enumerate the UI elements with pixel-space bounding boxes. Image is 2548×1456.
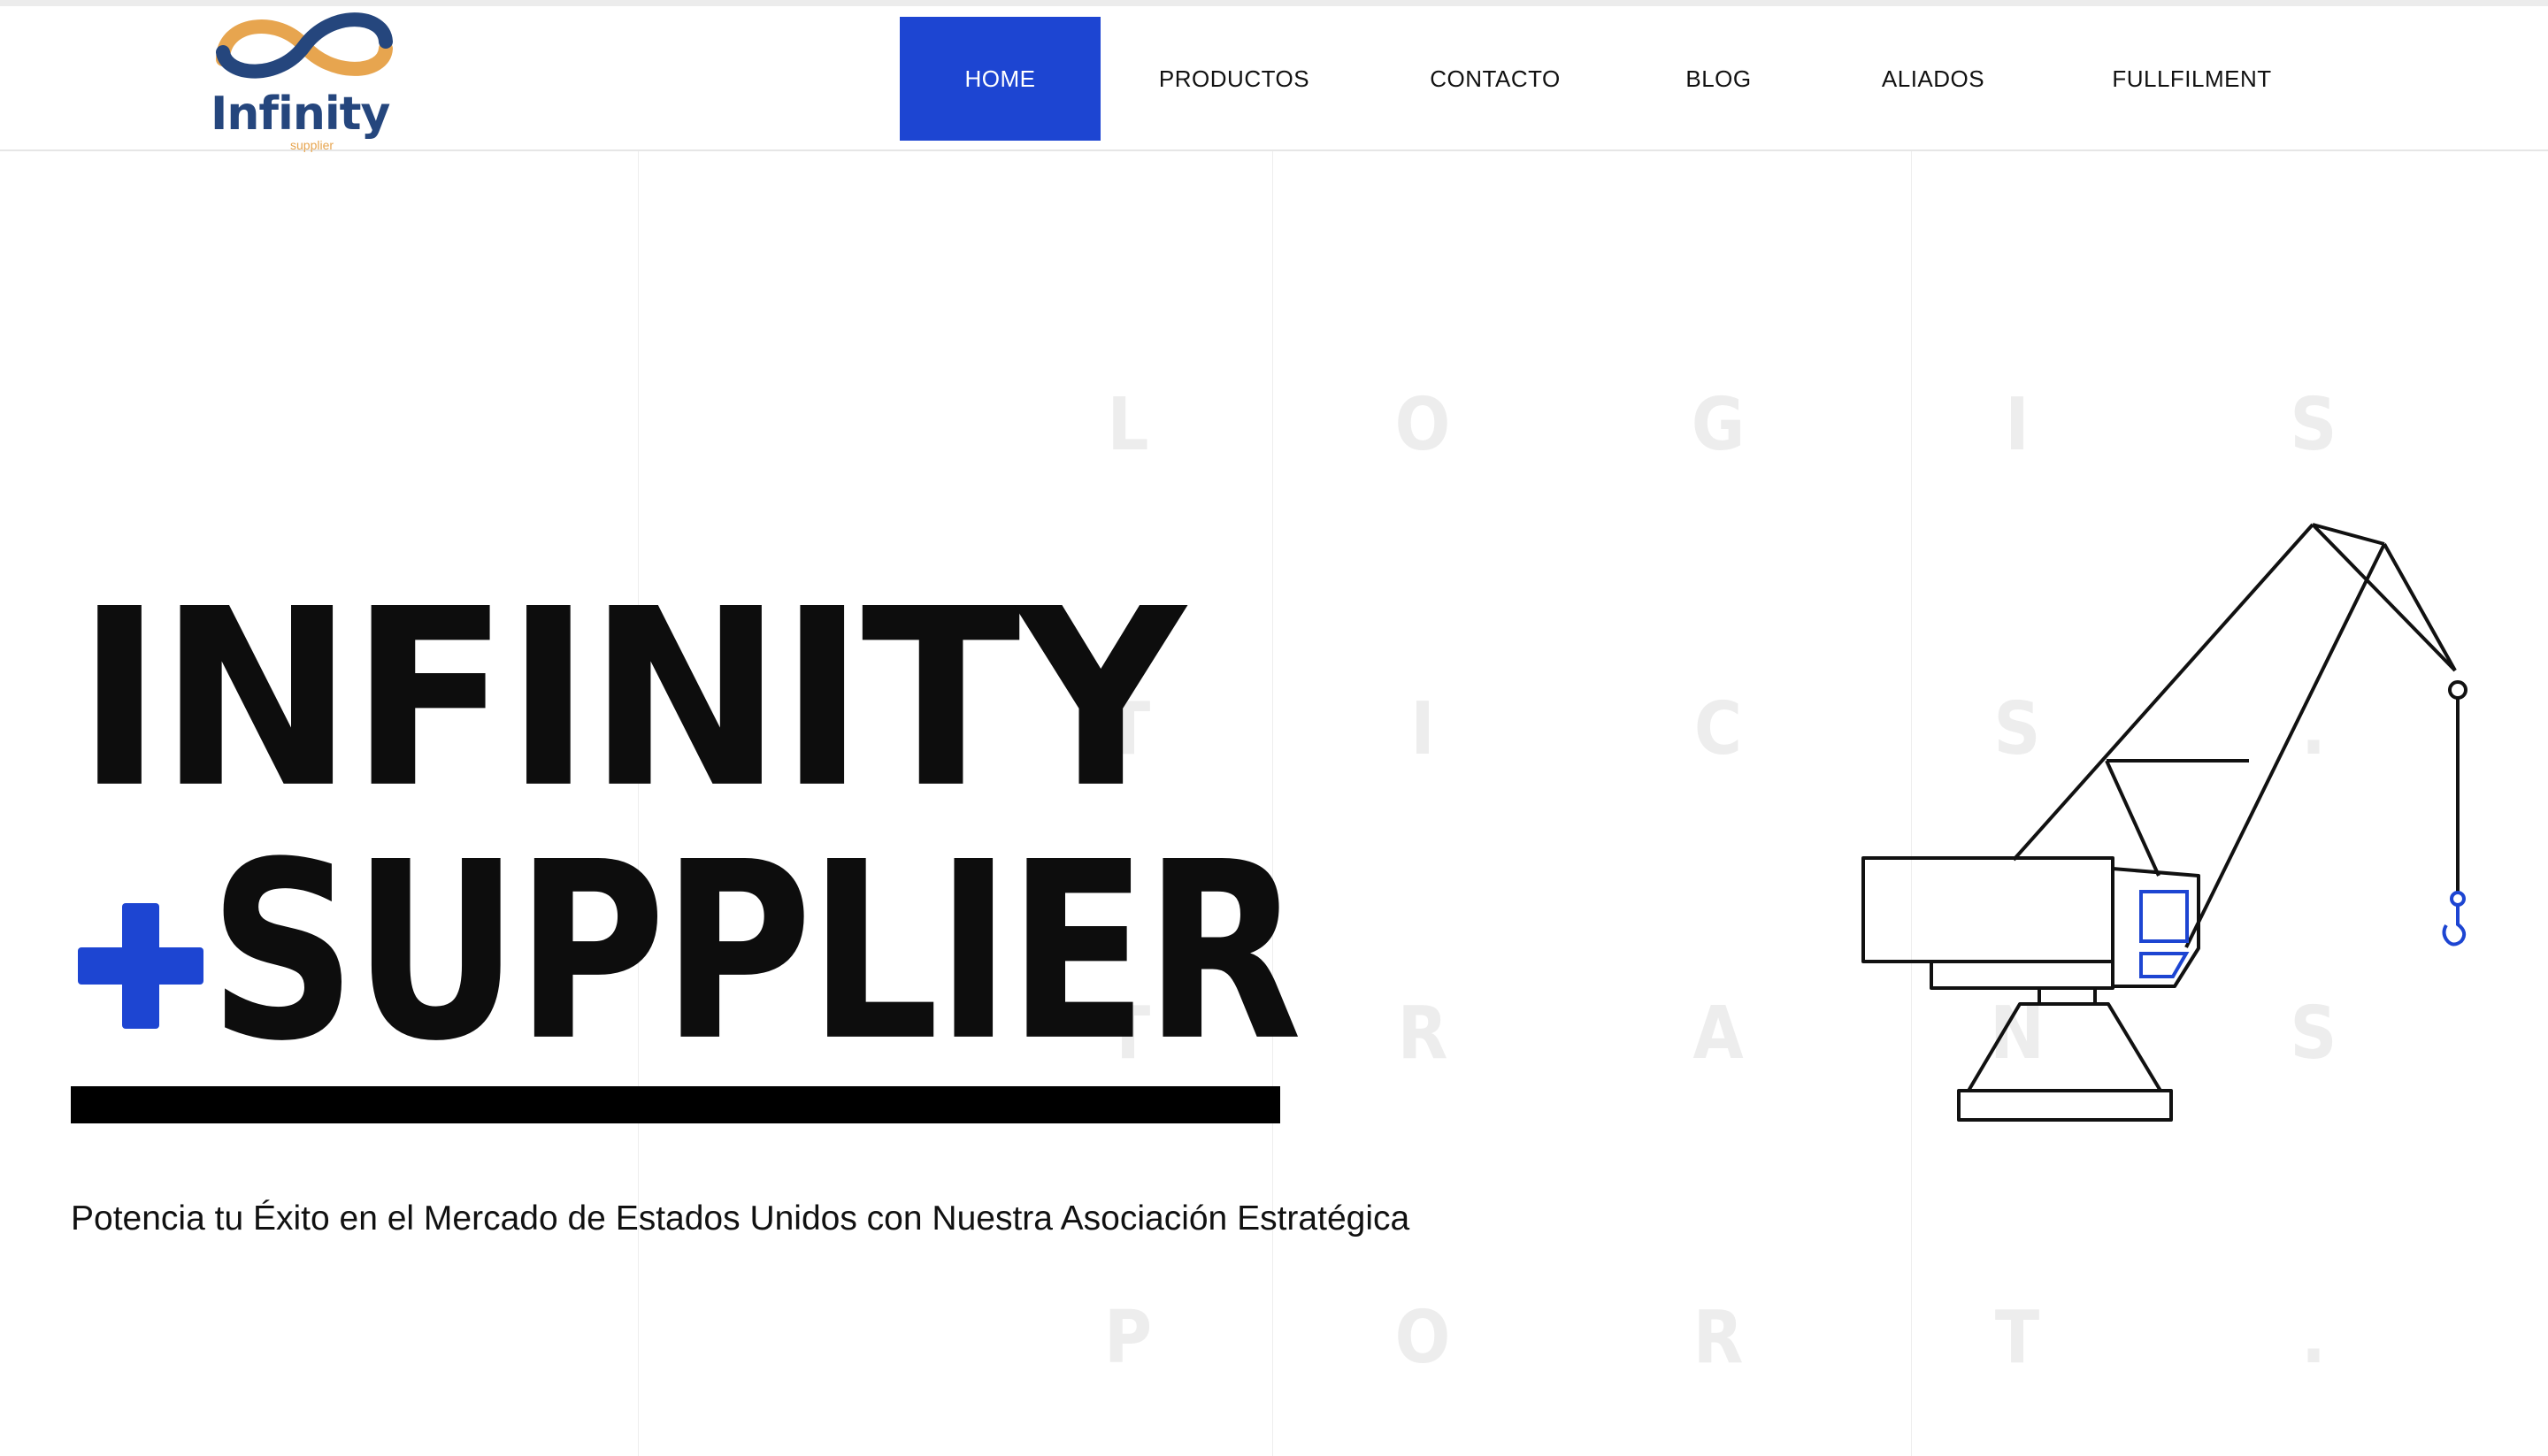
nav-blog[interactable]: BLOG — [1663, 17, 1774, 141]
watermark-letter: L — [1107, 383, 1149, 467]
watermark-letter: . — [2300, 1296, 2327, 1380]
hero-underline — [71, 1086, 1280, 1123]
nav-aliados[interactable]: ALIADOS — [1867, 17, 1999, 141]
grid-column-line — [1272, 150, 1273, 1456]
logo-subtext: supplier — [290, 138, 334, 152]
hero-title-line2: SUPPLIER — [209, 808, 1302, 1095]
site-header: Infinity supplier HOME PRODUCTOS CONTACT… — [0, 6, 2548, 151]
watermark-letter: A — [1692, 992, 1744, 1076]
site-logo[interactable]: Infinity supplier — [205, 6, 400, 152]
watermark-letter: I — [1410, 687, 1435, 771]
hero-title-line1: INFINITY — [76, 556, 1186, 842]
watermark-letter: P — [1103, 1296, 1153, 1380]
nav-contacto[interactable]: CONTACTO — [1398, 17, 1592, 141]
crane-icon — [1861, 523, 2467, 1122]
hero-subtitle: Potencia tu Éxito en el Mercado de Estad… — [71, 1199, 1410, 1238]
nav-productos[interactable]: PRODUCTOS — [1137, 17, 1332, 141]
nav-fullfilment[interactable]: FULLFILMENT — [2097, 17, 2287, 141]
logo-wordmark: Infinity — [211, 88, 390, 141]
watermark-letter: I — [2005, 383, 2030, 467]
watermark-letter: C — [1693, 687, 1743, 771]
plus-icon-vertical — [122, 903, 159, 1029]
watermark-letter: G — [1691, 383, 1746, 467]
watermark-letter: S — [2290, 383, 2337, 467]
infinity-logo-icon — [216, 12, 393, 79]
watermark-letter: R — [1692, 1296, 1744, 1380]
nav-home[interactable]: HOME — [900, 17, 1101, 141]
watermark-letter: O — [1394, 1296, 1451, 1380]
watermark-letter: O — [1394, 383, 1451, 467]
watermark-letter: R — [1397, 992, 1448, 1076]
watermark-letter: T — [1994, 1296, 2040, 1380]
